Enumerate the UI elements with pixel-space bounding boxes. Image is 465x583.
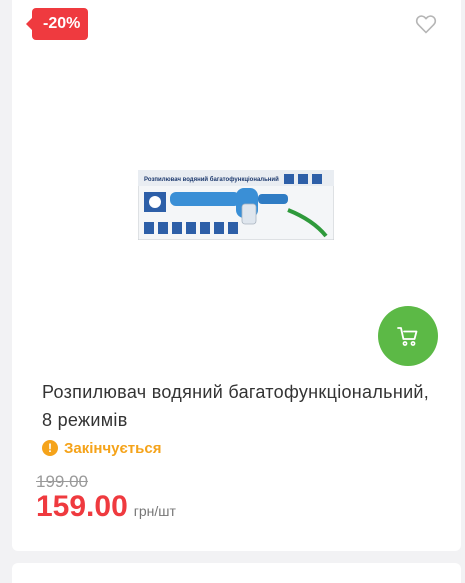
product-title[interactable]: Розпилювач водяний багатофункціональний,…: [42, 378, 432, 434]
old-price: 199.00: [36, 472, 88, 491]
exclamation-icon: !: [42, 440, 58, 456]
price-row: 159.00 грн/шт: [36, 490, 176, 524]
price-unit: грн/шт: [133, 503, 176, 519]
stock-status: ! Закінчується: [42, 438, 161, 458]
shopping-cart-icon: [397, 327, 418, 346]
add-to-cart-button[interactable]: [378, 306, 438, 366]
product-card: [12, 0, 461, 551]
next-product-card: [12, 563, 461, 583]
discount-badge: -20%: [25, 8, 89, 40]
box-text: Розпилювач водяний багатофункціональний: [144, 176, 279, 183]
current-price: 159.00: [36, 490, 128, 523]
heart-icon[interactable]: [414, 12, 438, 36]
stock-status-text: Закінчується: [64, 439, 162, 457]
product-image[interactable]: Розпилювач водяний багатофункціональний: [138, 170, 334, 240]
